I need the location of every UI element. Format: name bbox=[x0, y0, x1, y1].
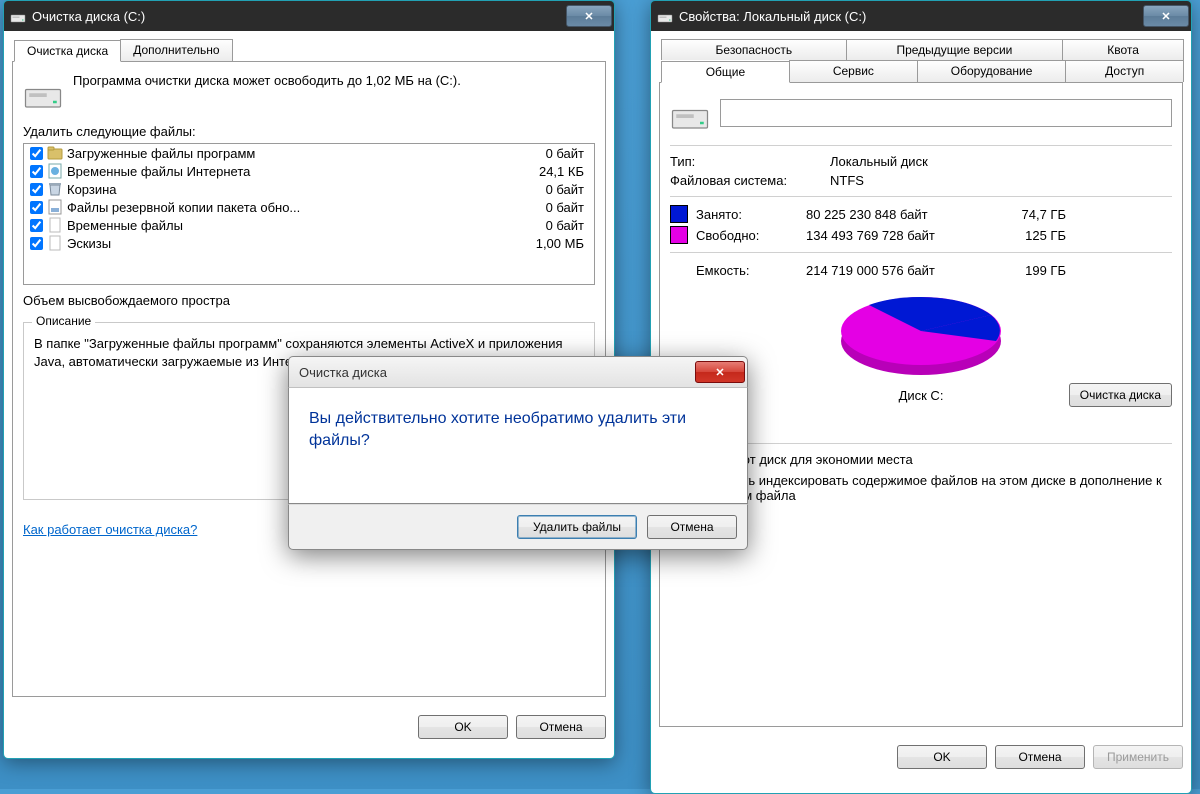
close-icon: ✕ bbox=[584, 10, 593, 23]
used-label: Занято: bbox=[696, 207, 806, 222]
file-row[interactable]: Корзина 0 байт bbox=[24, 180, 594, 198]
used-gb: 74,7 ГБ bbox=[996, 207, 1066, 222]
tab-cleanup[interactable]: Очистка диска bbox=[14, 40, 121, 62]
used-swatch bbox=[670, 205, 688, 223]
confirm-message: Вы действительно хотите необратимо удали… bbox=[309, 408, 727, 453]
close-button[interactable]: ✕ bbox=[566, 5, 612, 27]
properties-titlebar[interactable]: Свойства: Локальный диск (C:) ✕ bbox=[650, 0, 1192, 31]
cleanup-headline: Программа очистки диска может освободить… bbox=[73, 72, 461, 90]
file-icon bbox=[47, 235, 63, 251]
tab-security[interactable]: Безопасность bbox=[661, 39, 847, 60]
tab-previous[interactable]: Предыдущие версии bbox=[846, 39, 1064, 60]
tab-sharing[interactable]: Доступ bbox=[1065, 60, 1184, 82]
apply-button[interactable]: Применить bbox=[1093, 745, 1183, 769]
type-value: Локальный диск bbox=[830, 154, 1172, 169]
cancel-button[interactable]: Отмена bbox=[516, 715, 606, 739]
delete-files-button[interactable]: Удалить файлы bbox=[517, 515, 637, 539]
tab-tools[interactable]: Сервис bbox=[789, 60, 918, 82]
file-checkbox[interactable] bbox=[30, 165, 43, 178]
index-label: Разрешить индексировать содержимое файло… bbox=[689, 473, 1172, 503]
description-title: Описание bbox=[32, 314, 95, 328]
tab-hardware[interactable]: Оборудование bbox=[917, 60, 1067, 82]
capacity-label: Емкость: bbox=[696, 263, 806, 278]
fs-label: Файловая система: bbox=[670, 173, 830, 188]
drive-icon bbox=[670, 93, 710, 133]
close-icon: ✕ bbox=[1161, 10, 1170, 23]
close-button[interactable]: ✕ bbox=[695, 361, 745, 383]
folder-icon bbox=[47, 145, 63, 161]
capacity-gb: 199 ГБ bbox=[996, 263, 1066, 278]
ok-button[interactable]: OK bbox=[418, 715, 508, 739]
file-row[interactable]: Временные файлы Интернета 24,1 КБ bbox=[24, 162, 594, 180]
free-gb: 125 ГБ bbox=[996, 228, 1066, 243]
file-row[interactable]: Файлы резервной копии пакета обно... 0 б… bbox=[24, 198, 594, 216]
properties-title: Свойства: Локальный диск (C:) bbox=[679, 9, 1143, 24]
tab-more[interactable]: Дополнительно bbox=[120, 39, 232, 61]
ok-button[interactable]: OK bbox=[897, 745, 987, 769]
file-checkbox[interactable] bbox=[30, 237, 43, 250]
disk-name-input[interactable] bbox=[720, 99, 1172, 127]
free-swatch bbox=[670, 226, 688, 244]
file-checkbox[interactable] bbox=[30, 219, 43, 232]
file-row[interactable]: Эскизы 1,00 МБ bbox=[24, 234, 594, 252]
delete-files-label: Удалить следующие файлы: bbox=[23, 124, 595, 139]
bin-icon bbox=[47, 181, 63, 197]
usage-pie-chart bbox=[836, 291, 1006, 381]
fs-value: NTFS bbox=[830, 173, 1172, 188]
cleanup-titlebar[interactable]: Очистка диска (C:) ✕ bbox=[3, 0, 615, 31]
freed-space-label: Объем высвобождаемого простра bbox=[23, 293, 595, 308]
used-bytes: 80 225 230 848 байт bbox=[806, 207, 996, 222]
cancel-button[interactable]: Отмена bbox=[995, 745, 1085, 769]
earth-file-icon bbox=[47, 163, 63, 179]
close-button[interactable]: ✕ bbox=[1143, 5, 1189, 27]
cleanup-title: Очистка диска (C:) bbox=[32, 9, 566, 24]
confirm-titlebar[interactable]: Очистка диска ✕ bbox=[288, 356, 748, 388]
free-label: Свободно: bbox=[696, 228, 806, 243]
file-row[interactable]: Временные файлы 0 байт bbox=[24, 216, 594, 234]
backup-file-icon bbox=[47, 199, 63, 215]
confirm-title: Очистка диска bbox=[299, 365, 387, 380]
drive-icon bbox=[10, 8, 26, 24]
tab-quota[interactable]: Квота bbox=[1062, 39, 1184, 60]
file-checkbox[interactable] bbox=[30, 147, 43, 160]
file-checkbox[interactable] bbox=[30, 183, 43, 196]
drive-icon bbox=[23, 72, 63, 112]
type-label: Тип: bbox=[670, 154, 830, 169]
capacity-bytes: 214 719 000 576 байт bbox=[806, 263, 996, 278]
disk-cleanup-button[interactable]: Очистка диска bbox=[1069, 383, 1172, 407]
help-link[interactable]: Как работает очистка диска? bbox=[23, 522, 197, 537]
cancel-button[interactable]: Отмена bbox=[647, 515, 737, 539]
file-list[interactable]: Загруженные файлы программ 0 байт Времен… bbox=[23, 143, 595, 285]
close-icon: ✕ bbox=[715, 366, 724, 379]
tab-general[interactable]: Общие bbox=[661, 61, 790, 83]
free-bytes: 134 493 769 728 байт bbox=[806, 228, 996, 243]
file-checkbox[interactable] bbox=[30, 201, 43, 214]
confirm-dialog: Очистка диска ✕ Вы действительно хотите … bbox=[288, 356, 748, 550]
file-row[interactable]: Загруженные файлы программ 0 байт bbox=[24, 144, 594, 162]
file-icon bbox=[47, 217, 63, 233]
drive-icon bbox=[657, 8, 673, 24]
